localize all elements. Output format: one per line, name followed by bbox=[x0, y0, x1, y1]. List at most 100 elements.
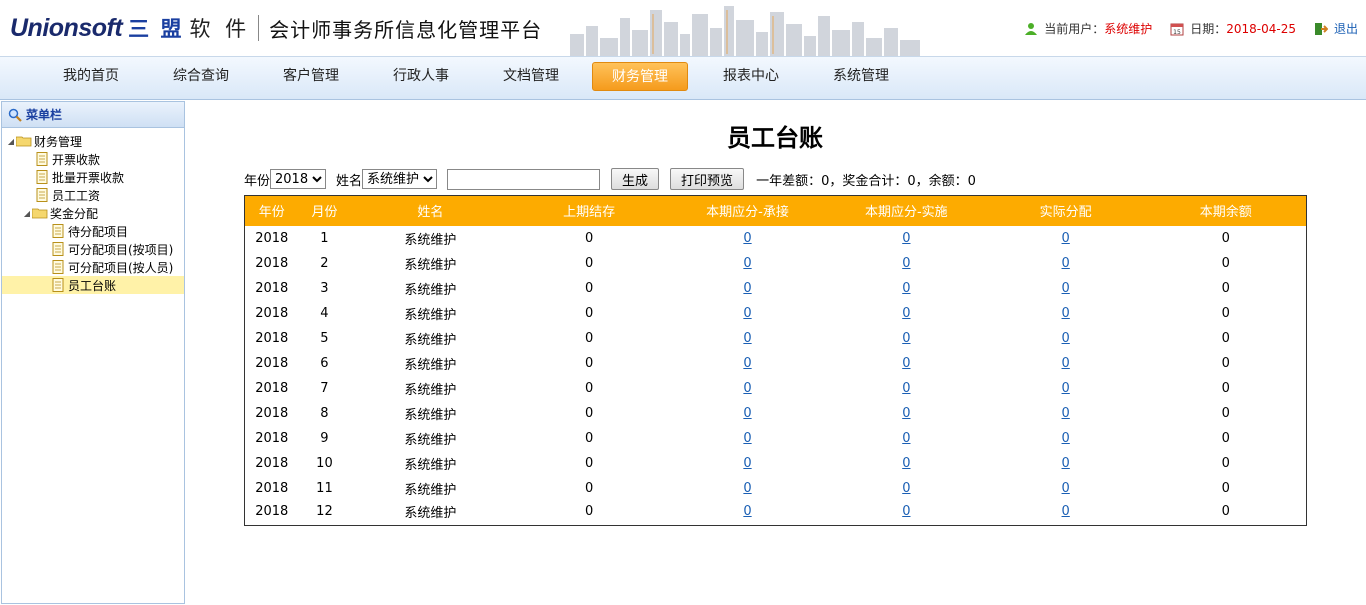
amount-link[interactable]: 0 bbox=[1062, 504, 1070, 519]
main-nav: 我的首页 综合查询 客户管理 行政人事 文档管理 财务管理 报表中心 系统管理 bbox=[0, 57, 1366, 100]
nav-home[interactable]: 我的首页 bbox=[43, 62, 139, 91]
collapse-arrow-icon[interactable]: ◢ bbox=[6, 137, 16, 146]
table-cell: 0 bbox=[668, 226, 827, 251]
amount-link[interactable]: 0 bbox=[743, 431, 751, 446]
table-cell: 0 bbox=[827, 351, 986, 376]
table-cell: 0 bbox=[986, 351, 1146, 376]
amount-link[interactable]: 0 bbox=[743, 231, 751, 246]
amount-link[interactable]: 0 bbox=[743, 381, 751, 396]
name-select[interactable]: 系统维护 bbox=[362, 169, 438, 189]
amount-link[interactable]: 0 bbox=[902, 456, 910, 471]
summary-text: 一年差额：0，奖金合计：0，余额：0 bbox=[756, 173, 976, 189]
amount-link[interactable]: 0 bbox=[1062, 431, 1070, 446]
nav-reports[interactable]: 报表中心 bbox=[703, 62, 799, 91]
amount-link[interactable]: 0 bbox=[902, 331, 910, 346]
amount-link[interactable]: 0 bbox=[902, 406, 910, 421]
table-cell: 2018 bbox=[255, 230, 289, 246]
amount-link[interactable]: 0 bbox=[902, 481, 910, 496]
table-cell: 0 bbox=[1221, 355, 1230, 371]
tree-item-label: 财务管理 bbox=[34, 134, 83, 149]
table-cell: 系统维护 bbox=[404, 407, 457, 423]
table-cell: 0 bbox=[668, 476, 827, 501]
logout-icon[interactable] bbox=[1314, 22, 1328, 36]
nav-finance[interactable]: 财务管理 bbox=[592, 62, 688, 91]
amount-link[interactable]: 0 bbox=[1062, 281, 1070, 296]
amount-link[interactable]: 0 bbox=[902, 231, 910, 246]
amount-link[interactable]: 0 bbox=[1062, 456, 1070, 471]
table-cell: 0 bbox=[827, 251, 986, 276]
logout-link[interactable]: 退出 bbox=[1334, 20, 1358, 37]
tree-item-salary[interactable]: 员工工资 bbox=[2, 186, 184, 204]
column-header: 本期应分-实施 bbox=[826, 195, 986, 226]
table-cell: 7 bbox=[320, 380, 329, 396]
amount-link[interactable]: 0 bbox=[902, 504, 910, 519]
table-cell: 0 bbox=[1221, 280, 1230, 296]
tree-item-by-person[interactable]: 可分配项目(按人员) bbox=[2, 258, 184, 276]
amount-link[interactable]: 0 bbox=[743, 456, 751, 471]
table-cell: 0 bbox=[827, 426, 986, 451]
amount-link[interactable]: 0 bbox=[1062, 306, 1070, 321]
tree-item-by-project[interactable]: 可分配项目(按项目) bbox=[2, 240, 184, 258]
table-cell: 0 bbox=[1221, 430, 1230, 446]
document-icon bbox=[52, 260, 64, 274]
amount-link[interactable]: 0 bbox=[1062, 381, 1070, 396]
amount-link[interactable]: 0 bbox=[1062, 481, 1070, 496]
amount-link[interactable]: 0 bbox=[902, 306, 910, 321]
tree-item-pending-projects[interactable]: 待分配项目 bbox=[2, 222, 184, 240]
collapse-arrow-icon[interactable]: ◢ bbox=[22, 209, 32, 218]
platform-title: 会计师事务所信息化管理平台 bbox=[269, 17, 543, 42]
amount-link[interactable]: 0 bbox=[1062, 331, 1070, 346]
table-cell: 0 bbox=[585, 480, 594, 496]
table-row: 2018 7 系统维护 0 0 0 0 0 bbox=[245, 376, 1307, 401]
table-row: 2018 1 系统维护 0 0 0 0 0 bbox=[245, 226, 1307, 251]
table-cell: 0 bbox=[986, 251, 1146, 276]
table-cell: 0 bbox=[668, 276, 827, 301]
keyword-input[interactable] bbox=[447, 168, 601, 190]
print-preview-button[interactable]: 打印预览 bbox=[670, 168, 745, 190]
amount-link[interactable]: 0 bbox=[743, 356, 751, 371]
generate-button[interactable]: 生成 bbox=[611, 168, 660, 190]
year-select[interactable]: 2018 bbox=[270, 169, 327, 189]
nav-documents[interactable]: 文档管理 bbox=[483, 62, 579, 91]
nav-customer[interactable]: 客户管理 bbox=[263, 62, 359, 91]
amount-link[interactable]: 0 bbox=[1062, 356, 1070, 371]
amount-link[interactable]: 0 bbox=[902, 431, 910, 446]
table-cell: 2018 bbox=[255, 330, 289, 346]
nav-admin-hr[interactable]: 行政人事 bbox=[373, 62, 469, 91]
logo-brand: Unionsoft bbox=[10, 13, 123, 42]
amount-link[interactable]: 0 bbox=[1062, 406, 1070, 421]
table-cell: 0 bbox=[585, 405, 594, 421]
amount-link[interactable]: 0 bbox=[743, 504, 751, 519]
amount-link[interactable]: 0 bbox=[902, 356, 910, 371]
table-cell: 0 bbox=[668, 326, 827, 351]
amount-link[interactable]: 0 bbox=[743, 256, 751, 271]
tree-item-batch-invoice[interactable]: 批量开票收款 bbox=[2, 168, 184, 186]
table-cell: 0 bbox=[986, 276, 1146, 301]
amount-link[interactable]: 0 bbox=[743, 306, 751, 321]
amount-link[interactable]: 0 bbox=[743, 281, 751, 296]
table-cell: 0 bbox=[585, 355, 594, 371]
table-cell: 0 bbox=[585, 305, 594, 321]
amount-link[interactable]: 0 bbox=[1062, 256, 1070, 271]
amount-link[interactable]: 0 bbox=[743, 406, 751, 421]
nav-query[interactable]: 综合查询 bbox=[153, 62, 249, 91]
table-cell: 8 bbox=[320, 405, 329, 421]
amount-link[interactable]: 0 bbox=[1062, 231, 1070, 246]
tree-item-bonus[interactable]: ◢ 奖金分配 bbox=[2, 204, 184, 222]
tree-item-label: 待分配项目 bbox=[68, 224, 129, 239]
table-cell: 0 bbox=[986, 476, 1146, 501]
nav-system[interactable]: 系统管理 bbox=[813, 62, 909, 91]
amount-link[interactable]: 0 bbox=[902, 256, 910, 271]
tree-item-employee-ledger[interactable]: 员工台账 bbox=[2, 276, 184, 294]
tree-item-invoice-receipt[interactable]: 开票收款 bbox=[2, 150, 184, 168]
amount-link[interactable]: 0 bbox=[902, 381, 910, 396]
amount-link[interactable]: 0 bbox=[902, 281, 910, 296]
amount-link[interactable]: 0 bbox=[743, 331, 751, 346]
tree-item-finance[interactable]: ◢ 财务管理 bbox=[2, 132, 184, 150]
table-row: 2018 11 系统维护 0 0 0 0 0 bbox=[245, 476, 1307, 501]
amount-link[interactable]: 0 bbox=[743, 481, 751, 496]
document-icon bbox=[52, 278, 64, 292]
ledger-table: 年份 月份 姓名 上期结存 本期应分-承接 本期应分-实施 实际分配 本期余额 2018 1 系统… bbox=[244, 195, 1307, 526]
table-cell: 0 bbox=[986, 376, 1146, 401]
table-cell: 0 bbox=[668, 376, 827, 401]
